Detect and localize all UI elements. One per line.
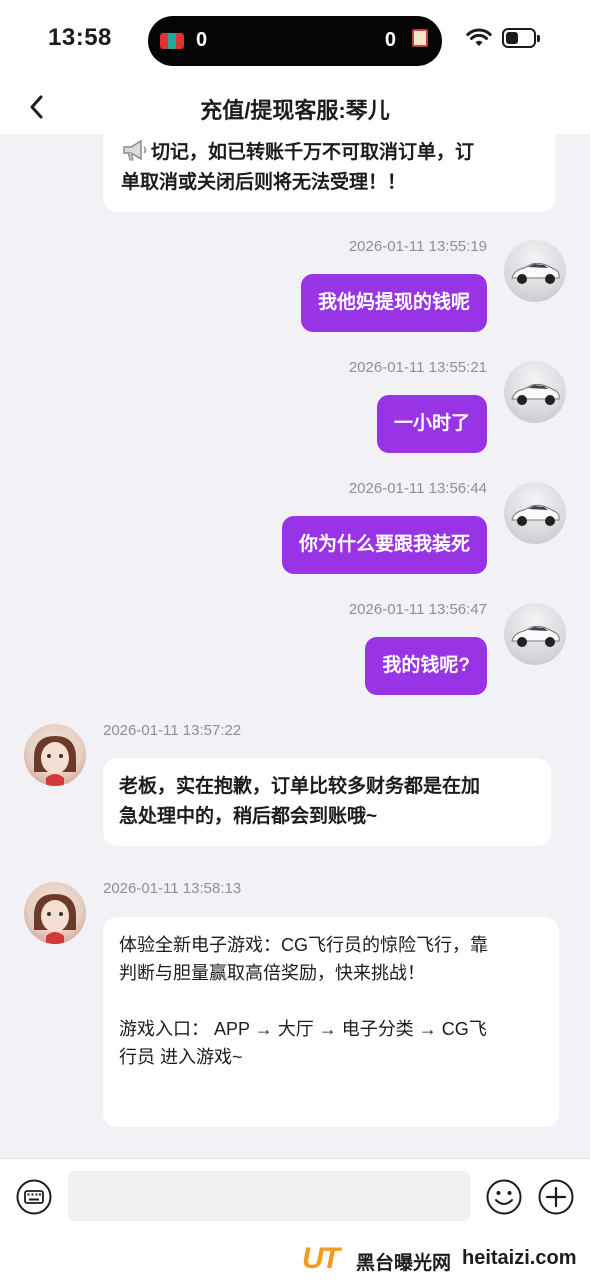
message-timestamp: 2026-01-11 13:55:19 — [348, 238, 487, 255]
message-timestamp: 2026-01-11 13:57:22 — [103, 722, 242, 739]
battery-icon — [502, 28, 540, 48]
message-timestamp: 2026-01-11 13:58:13 — [103, 880, 242, 897]
chat-message-list[interactable]: 切记，如已转账千万不可取消订单，订 单取消或关闭后则将无法受理！！ 2026-0… — [0, 134, 590, 1158]
watermark-site-name: 黑台曝光网 — [356, 1253, 452, 1274]
message-bubble-support[interactable]: 老板，实在抱歉，订单比较多财务都是在加 急处理中的，稍后都会到账哦~ — [103, 758, 551, 846]
watermark-logo: UT — [302, 1242, 340, 1275]
megaphone-icon — [123, 139, 147, 161]
message-input-bar — [0, 1158, 590, 1238]
nav-bar: 充值/提现客服:琴儿 — [0, 80, 590, 134]
watermark-footer: UT 黑台曝光网 heitaizi.com — [0, 1238, 590, 1280]
message-timestamp: 2026-01-11 13:56:47 — [348, 601, 487, 618]
user-avatar[interactable] — [504, 361, 566, 423]
message-bubble-user[interactable]: 你为什么要跟我装死 — [281, 516, 487, 574]
message-text: 切记，如已转账千万不可取消订单，订 单取消或关闭后则将无法受理！！ — [121, 138, 539, 198]
message-bubble-support[interactable]: 体验全新电子游戏：CG飞行员的惊险飞行，靠 判断与胆量赢取高倍奖励，快来挑战！ … — [103, 917, 559, 1127]
user-avatar[interactable] — [504, 482, 566, 544]
island-right-count: 0 — [384, 29, 396, 51]
page-title: 充值/提现客服:琴儿 — [200, 98, 390, 123]
message-bubble-user[interactable]: 我他妈提现的钱呢 — [300, 274, 487, 332]
support-agent-avatar[interactable] — [24, 724, 86, 786]
user-avatar[interactable] — [504, 603, 566, 665]
wifi-icon — [466, 28, 492, 46]
message-timestamp: 2026-01-11 13:56:44 — [348, 480, 487, 497]
watermark-site-domain: heitaizi.com — [462, 1247, 577, 1269]
user-avatar[interactable] — [504, 240, 566, 302]
status-time: 13:58 — [48, 24, 112, 51]
car-avatar-icon — [511, 262, 560, 284]
status-bar: 13:58 0 0 — [0, 0, 590, 80]
message-bubble-user[interactable]: 一小时了 — [376, 395, 487, 453]
message-bubble-support[interactable]: 切记，如已转账千万不可取消订单，订 单取消或关闭后则将无法受理！！ — [103, 134, 555, 212]
car-avatar-icon — [511, 504, 560, 526]
agent-avatar-icon — [34, 894, 76, 944]
live-activity-badge-icon — [412, 29, 428, 47]
add-attachment-icon[interactable] — [538, 1179, 574, 1215]
agent-avatar-icon — [34, 736, 76, 786]
island-left-count: 0 — [196, 29, 208, 51]
keyboard-icon[interactable] — [16, 1179, 52, 1215]
car-avatar-icon — [511, 383, 560, 405]
live-activity-icon — [160, 33, 184, 49]
support-agent-avatar[interactable] — [24, 882, 86, 944]
message-timestamp: 2026-01-11 13:55:21 — [348, 359, 487, 376]
car-avatar-icon — [511, 625, 560, 647]
message-bubble-user[interactable]: 我的钱呢? — [365, 637, 487, 695]
emoji-icon[interactable] — [486, 1179, 522, 1215]
dynamic-island[interactable]: 0 0 — [148, 16, 442, 66]
message-input[interactable] — [68, 1171, 470, 1221]
